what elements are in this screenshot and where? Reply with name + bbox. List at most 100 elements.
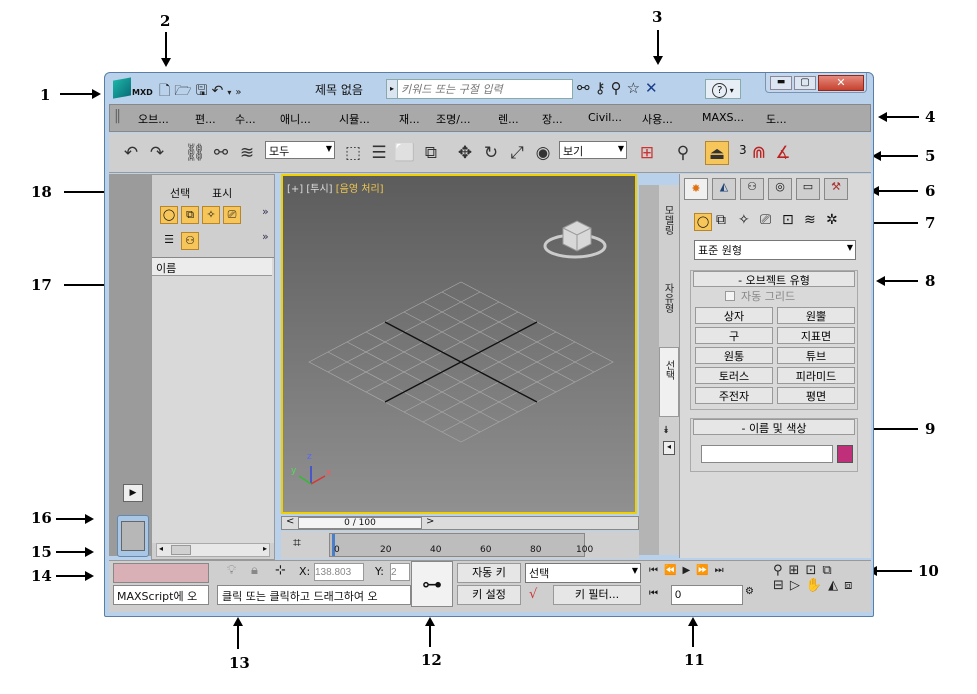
pivot-center-icon[interactable]: ⊞ [635,141,659,165]
redo-icon[interactable]: ↷ [145,141,169,165]
maxscript-listener[interactable] [113,563,209,583]
explorer-tab-select[interactable]: 선택 [170,185,190,201]
time-next-icon[interactable]: > [426,516,434,527]
utilities-tab-icon[interactable]: ⚒ [824,178,848,200]
object-type-dropdown[interactable]: 표준 원형 [694,240,856,260]
snap-magnet-icon[interactable]: ⋒ [747,141,771,165]
ribbon-minimize-icon[interactable]: ⯯ [663,425,669,436]
undo-icon[interactable]: ↶ [212,83,228,99]
place-icon[interactable]: ◉ [531,141,555,165]
box-button[interactable]: 상자 [695,307,773,324]
shape-filter-icon[interactable]: ⧉ [181,206,199,224]
perspective-viewport[interactable]: [+] [투시] [음영 처리] z x y [281,174,637,514]
scale-icon[interactable]: ⤢ [505,141,529,165]
zoom-extents-icon[interactable]: ⊡ [805,563,822,578]
menu-item[interactable]: 도... [766,111,787,127]
keyboard-shortcut-override-icon[interactable]: ⏏ [705,141,729,165]
play-icon[interactable]: ▶ [682,565,696,576]
key-filters-button[interactable]: 키 필터... [553,585,641,605]
spacewarps-category-icon[interactable]: ≋ [804,212,816,228]
zoom-all-icon[interactable]: ⊞ [789,563,806,578]
y-coord-field[interactable] [390,563,410,581]
default-in-out-tangent-icon[interactable]: ⊶ [411,561,453,607]
save-icon[interactable]: 🖫 [196,83,212,99]
torus-button[interactable]: 토러스 [695,367,773,384]
time-config-icon[interactable]: ⚙ [745,586,754,597]
absolute-transform-icon[interactable]: ⊹ [275,563,286,578]
isolate-icon[interactable]: 💡︎ [227,563,236,578]
current-frame-field[interactable] [671,585,743,605]
auto-grid-checkbox[interactable] [725,291,735,301]
ribbon-tab-modeling[interactable]: 모델링 [661,205,675,235]
app-menu-button[interactable]: MXD [111,77,153,101]
selection-filter-dropdown[interactable]: 모두 [265,141,335,159]
minimize-icon[interactable]: ▬ [770,76,792,90]
geometry-filter-icon[interactable]: ◯ [160,206,178,224]
display-tab-icon[interactable]: ▭ [796,178,820,200]
expand-explorer-icon[interactable]: ▶ [123,484,143,502]
sphere-button[interactable]: 구 [695,327,773,344]
hierarchy-icon[interactable]: ⚇ [181,232,199,250]
menu-item[interactable]: 렌... [498,111,519,127]
scroll-thumb[interactable] [171,545,191,555]
select-manipulate-icon[interactable]: ⚲ [671,141,695,165]
layers-icon[interactable]: ☰ [160,232,178,250]
field-of-view-icon[interactable]: ⊟ [773,578,790,593]
key-tangent-icon[interactable]: √ [529,587,537,602]
bind-spacewarp-icon[interactable]: ≋ [235,141,259,165]
set-key-button[interactable]: 키 설정 [457,585,521,605]
x-coord-field[interactable] [314,563,364,581]
ribbon-tab-selection[interactable]: 선택 [659,347,679,417]
undo-icon[interactable]: ↶ [119,141,143,165]
object-name-field[interactable] [701,445,833,463]
search-input[interactable] [397,79,573,99]
move-icon[interactable]: ✥ [453,141,477,165]
more-tools-icon[interactable]: » [235,87,245,98]
mini-curve-editor-icon[interactable]: ⌗ [293,535,301,551]
exchange-icon[interactable]: ✕ [645,79,663,97]
menu-item[interactable]: 애니... [280,111,311,127]
menu-item[interactable]: 사용... [642,111,673,127]
rollout-header-object-type[interactable]: - 오브젝트 유형 [693,271,855,287]
maximize-icon[interactable]: ▢ [794,76,816,90]
teapot-button[interactable]: 주전자 [695,387,773,404]
motion-tab-icon[interactable]: ◎ [768,178,792,200]
explorer-tab-display[interactable]: 표시 [212,185,232,201]
menu-item[interactable]: 시뮬... [339,111,370,127]
hierarchy-tab-icon[interactable]: ⚇ [740,178,764,200]
rollout-header-name-color[interactable]: - 이름 및 색상 [693,419,855,435]
rotate-icon[interactable]: ↻ [479,141,503,165]
menu-item[interactable]: Civil... [588,111,622,124]
explorer-hscrollbar[interactable]: ◂ ▸ [156,543,270,557]
orbit-icon[interactable]: ✋ [806,578,828,593]
create-tab-icon[interactable]: ✸ [684,178,708,200]
scroll-right-icon[interactable]: ▸ [263,544,267,553]
go-to-end-icon[interactable]: ⏭ [715,565,730,576]
ribbon-tab-freeform[interactable]: 자유형 [661,283,675,313]
star-icon[interactable]: ☆ [627,79,645,97]
window-crossing-icon[interactable]: ⧉ [419,141,443,165]
object-color-swatch[interactable] [837,445,853,463]
help-button[interactable]: ? ▾ [705,79,741,99]
menu-item[interactable]: 수... [235,111,256,127]
geometry-category-icon[interactable]: ◯ [694,213,712,231]
menu-item[interactable]: 오브... [138,111,169,127]
new-file-icon[interactable]: 🗋 [159,83,174,99]
next-frame-icon[interactable]: ⏩ [696,565,714,576]
cylinder-button[interactable]: 원통 [695,347,773,364]
menu-item[interactable]: 편... [195,111,216,127]
time-slider[interactable]: < 0 / 100 > [281,516,639,530]
auto-key-button[interactable]: 자동 키 [457,563,521,583]
camera-filter-icon[interactable]: ⎚ [223,206,241,224]
reference-coord-dropdown[interactable]: 보기 [559,141,627,159]
modify-tab-icon[interactable]: ◭ [712,178,736,200]
close-icon[interactable]: ✕ [818,75,864,91]
lights-category-icon[interactable]: ✧ [738,212,750,228]
shapes-category-icon[interactable]: ⧉ [716,212,726,228]
helpers-category-icon[interactable]: ⊡ [782,212,794,228]
time-slider-thumb[interactable]: 0 / 100 [298,517,422,529]
key-mode-toggle-icon[interactable]: ⏮ [649,588,658,599]
binoculars-icon[interactable]: ⚯ [577,79,595,97]
menu-item[interactable]: 장... [542,111,563,127]
open-file-icon[interactable]: 🗁 [174,83,195,99]
